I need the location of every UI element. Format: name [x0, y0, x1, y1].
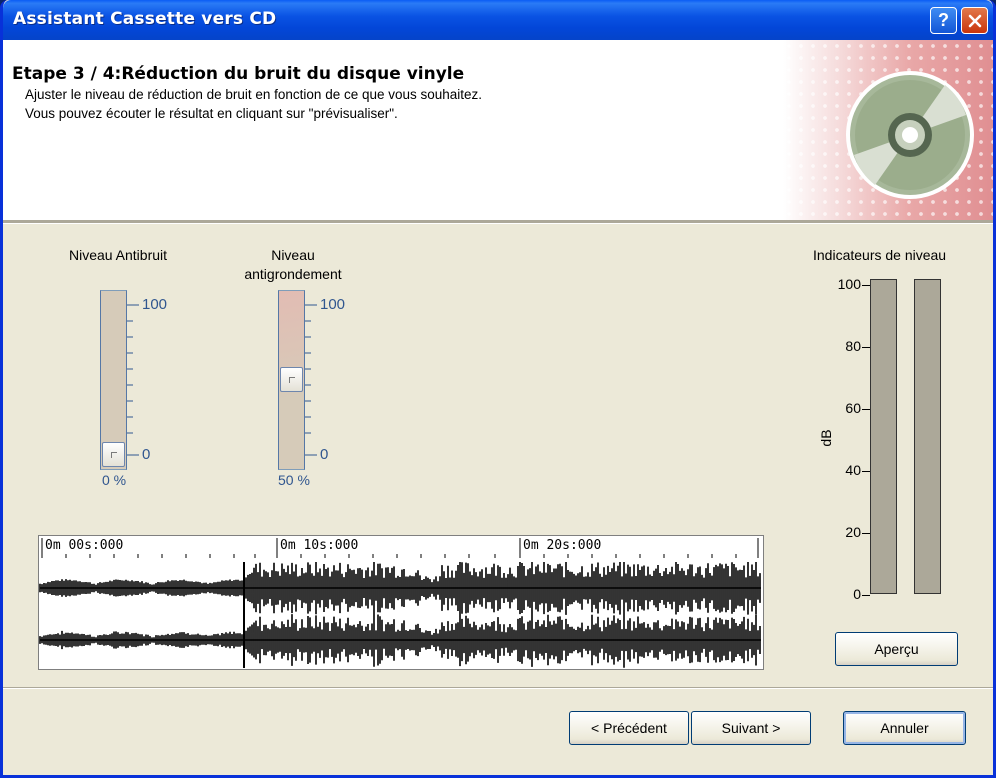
db-unit-label: dB	[818, 429, 834, 447]
window-title: Assistant Cassette vers CD	[13, 9, 277, 29]
noise-slider-value: 0 %	[102, 472, 127, 488]
previous-button[interactable]: < Précédent	[569, 711, 689, 745]
timeline-label-10: 0m 10s:000	[280, 538, 359, 553]
waveform	[39, 562, 761, 668]
timeline-label-20: 0m 20s:000	[523, 538, 602, 553]
cancel-button[interactable]: Annuler	[843, 711, 966, 745]
close-button[interactable]	[961, 7, 988, 34]
meter-scale-label: 100	[837, 276, 861, 292]
meter-scale-tick	[862, 471, 870, 472]
meter-scale-tick	[862, 285, 870, 286]
meter-scale-label: 0	[853, 586, 861, 602]
rumble-slider-max: 100	[320, 296, 346, 313]
noise-slider-label: Niveau Antibruit	[68, 247, 168, 263]
waveform-view[interactable]: 0m 00s:000 0m 10s:000 0m 20s:000	[38, 535, 764, 670]
noise-slider-ticks	[127, 304, 139, 456]
next-button[interactable]: Suivant >	[691, 711, 811, 745]
rumble-slider-label-1: Niveau	[271, 247, 315, 263]
right-level-meter	[914, 279, 941, 594]
rumble-slider-value: 50 %	[278, 472, 310, 488]
noise-slider-max: 100	[142, 296, 168, 313]
timeline-label-0: 0m 00s:000	[45, 538, 124, 553]
step-title: Etape 3 / 4:Réduction du bruit du disque…	[12, 64, 465, 84]
meter-scale-label: 20	[845, 524, 861, 540]
wizard-header: Etape 3 / 4:Réduction du bruit du disque…	[3, 40, 993, 220]
header-separator	[3, 220, 993, 224]
footer-separator	[3, 687, 993, 689]
wizard-window: Assistant Cassette vers CD ? Etape 3 / 4…	[0, 0, 996, 778]
title-bar[interactable]: Assistant Cassette vers CD ?	[3, 0, 993, 40]
help-button[interactable]: ?	[930, 7, 957, 34]
meter-scale-tick	[862, 533, 870, 534]
noise-slider-min: 0	[142, 446, 151, 463]
step-description-2: Vous pouvez écouter le résultat en cliqu…	[25, 106, 398, 121]
waveform-trace	[39, 562, 761, 668]
rumble-slider-thumb[interactable]	[280, 367, 303, 392]
step-description-1: Ajuster le niveau de réduction de bruit …	[25, 87, 483, 102]
left-level-meter	[870, 279, 897, 594]
meter-scale-tick	[862, 347, 870, 348]
meter-scale-label: 80	[845, 338, 861, 354]
meter-scale-tick	[862, 595, 870, 596]
rumble-slider-ticks	[305, 304, 317, 456]
help-icon: ?	[938, 10, 949, 30]
level-meters-title: Indicateurs de niveau	[813, 247, 947, 263]
preview-button[interactable]: Aperçu	[835, 632, 958, 666]
meter-scale-tick	[862, 409, 870, 410]
rumble-slider-label-2: antigrondement	[244, 266, 342, 282]
timeline-ruler	[41, 538, 759, 558]
close-icon	[967, 13, 983, 29]
meter-scale-label: 40	[845, 462, 861, 478]
cd-icon	[845, 70, 975, 203]
rumble-slider-min: 0	[320, 446, 329, 463]
noise-slider-thumb[interactable]	[102, 442, 125, 467]
meter-scale-label: 60	[845, 400, 861, 416]
